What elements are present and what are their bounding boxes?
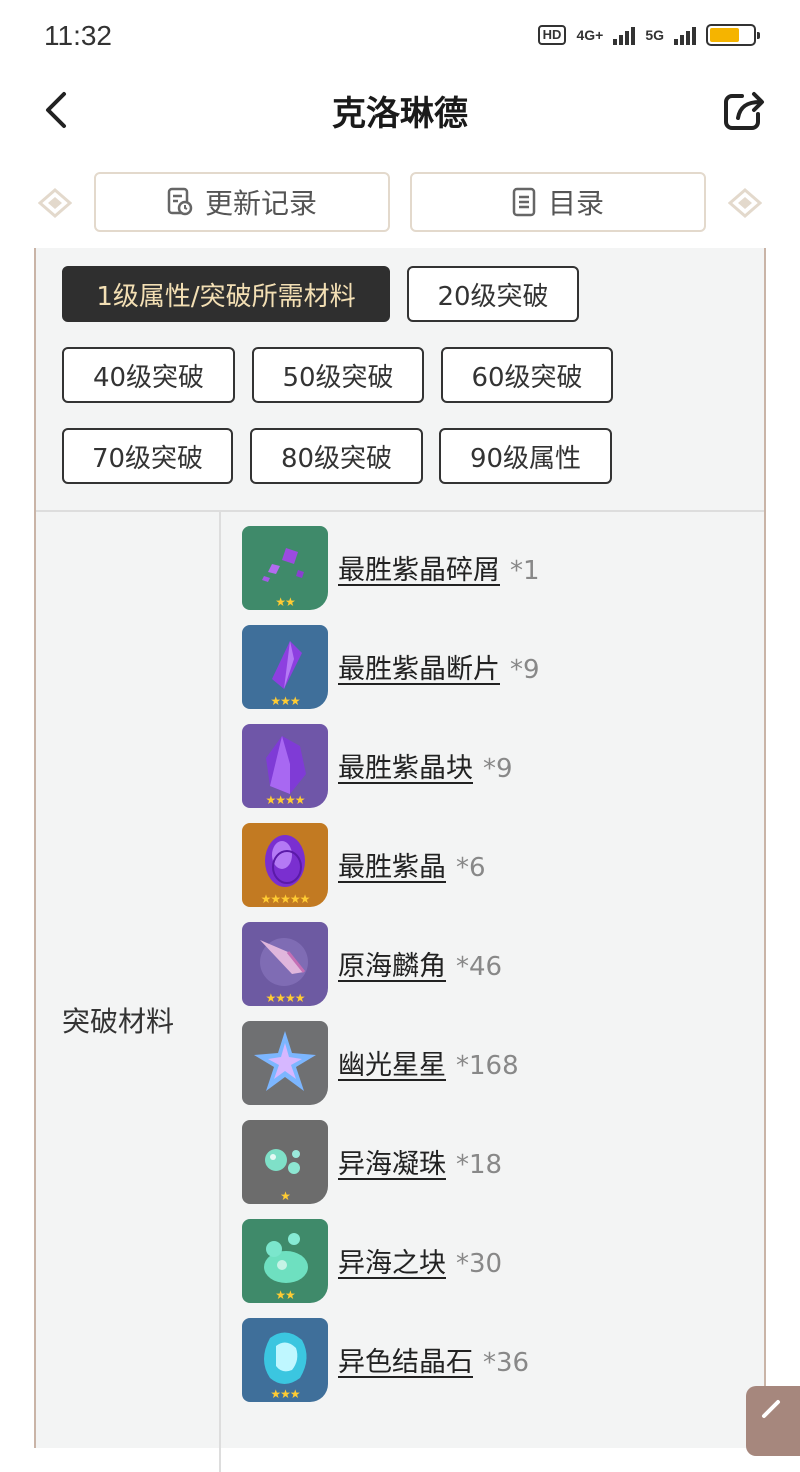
hd-icon: HD — [537, 25, 567, 45]
rarity-stars: ★★ — [275, 595, 296, 609]
app-header: 克洛琳德 — [0, 72, 800, 152]
material-name-link[interactable]: 原海麟角 *46 — [338, 944, 502, 983]
material-name-link[interactable]: 异海之块 *30 — [338, 1241, 502, 1280]
share-icon — [724, 92, 764, 130]
battery-fill — [710, 28, 739, 42]
update-log-button[interactable]: 更新记录 — [94, 172, 390, 232]
catalog-button[interactable]: 目录 — [410, 172, 706, 232]
network-5g-label: 5G — [645, 27, 664, 43]
material-name-link[interactable]: 异海凝珠 *18 — [338, 1142, 502, 1181]
material-name-link[interactable]: 最胜紫晶 *6 — [338, 845, 486, 884]
page-title: 克洛琳德 — [332, 94, 468, 134]
edit-button[interactable] — [746, 1386, 800, 1456]
material-item[interactable]: ★★ 异海之块 *30 — [242, 1219, 742, 1305]
divider — [219, 512, 221, 1472]
material-item[interactable]: 幽光星星 *168 — [242, 1021, 742, 1107]
material-name-link[interactable]: 幽光星星 *168 — [338, 1043, 519, 1082]
material-item[interactable]: ★★ 最胜紫晶碎屑 *1 — [242, 526, 742, 612]
ascension-panel: 1级属性/突破所需材料 20级突破 40级突破 50级突破 60级突破 70级突… — [34, 248, 766, 1472]
material-name: 最胜紫晶块 — [338, 753, 473, 784]
signal-icon-2 — [674, 25, 696, 45]
rarity-stars — [242, 1089, 328, 1105]
material-quantity: *9 — [510, 655, 540, 685]
rarity-stars: ★★★ — [270, 694, 300, 708]
material-item[interactable]: ★★★ 异色结晶石 *36 — [242, 1318, 742, 1404]
battery-icon — [706, 24, 760, 46]
level-tab-90[interactable]: 90级属性 — [439, 428, 612, 484]
transoceanic-pearl-icon[interactable]: ★ — [242, 1120, 328, 1204]
material-quantity: *46 — [456, 952, 503, 982]
material-quantity: *18 — [456, 1150, 503, 1180]
level-tab-20[interactable]: 20级突破 — [407, 266, 579, 322]
level-tab-80[interactable]: 80级突破 — [250, 428, 423, 484]
toolbar: 更新记录 目录 — [0, 172, 800, 234]
transoceanic-chunk-icon[interactable]: ★★ — [242, 1219, 328, 1303]
fontemer-unihorn-icon[interactable]: ★★★★ — [242, 922, 328, 1006]
rarity-stars: ★ — [280, 1189, 291, 1203]
level-tab-60[interactable]: 60级突破 — [441, 347, 613, 403]
material-quantity: *9 — [483, 754, 513, 784]
material-item[interactable]: ★ 异海凝珠 *18 — [242, 1120, 742, 1206]
material-quantity: *36 — [483, 1348, 530, 1378]
divider — [36, 510, 764, 512]
rarity-stars: ★★★ — [270, 1387, 300, 1401]
rarity-stars: ★★ — [275, 1288, 296, 1302]
status-bar: 11:32 HD 4G+ 5G — [0, 0, 800, 72]
material-item[interactable]: ★★★★ 最胜紫晶块 *9 — [242, 724, 742, 810]
network-4g-label: 4G+ — [576, 27, 604, 43]
material-name-link[interactable]: 最胜紫晶断片 *9 — [338, 647, 540, 686]
material-name-link[interactable]: 最胜紫晶块 *9 — [338, 746, 513, 785]
material-item[interactable]: ★★★★★ 最胜紫晶 *6 — [242, 823, 742, 909]
update-log-label: 更新记录 — [204, 187, 317, 220]
material-name: 最胜紫晶碎屑 — [338, 555, 500, 586]
diamond-ornament-icon — [38, 188, 72, 218]
amethyst-gemstone-icon[interactable]: ★★★★★ — [242, 823, 328, 907]
material-name-link[interactable]: 异色结晶石 *36 — [338, 1340, 529, 1379]
catalog-label: 目录 — [547, 187, 604, 220]
level-tab-50[interactable]: 50级突破 — [252, 347, 424, 403]
rarity-stars: ★★★★ — [265, 991, 305, 1005]
section-label: 突破材料 — [62, 1005, 175, 1038]
amethyst-sliver-icon[interactable]: ★★ — [242, 526, 328, 610]
history-doc-icon — [167, 187, 193, 216]
material-name: 异色结晶石 — [338, 1347, 473, 1378]
xenochromatic-crystal-icon[interactable]: ★★★ — [242, 1318, 328, 1402]
material-name: 异海凝珠 — [338, 1149, 446, 1180]
status-time: 11:32 — [44, 20, 112, 51]
material-name: 最胜紫晶 — [338, 852, 446, 883]
pencil-icon — [762, 1400, 780, 1418]
level-tab-40[interactable]: 40级突破 — [62, 347, 235, 403]
share-button[interactable] — [722, 88, 768, 132]
material-quantity: *6 — [456, 853, 486, 883]
level-tab-1[interactable]: 1级属性/突破所需材料 — [62, 266, 390, 322]
material-name: 幽光星星 — [338, 1050, 446, 1081]
material-quantity: *168 — [456, 1051, 519, 1081]
material-name: 最胜紫晶断片 — [338, 654, 500, 685]
signal-icon — [613, 25, 636, 45]
rarity-stars: ★★★★★ — [260, 892, 311, 906]
material-item[interactable]: ★★★★ 原海麟角 *46 — [242, 922, 742, 1008]
material-quantity: *30 — [456, 1249, 503, 1279]
rarity-stars: ★★★★ — [265, 793, 305, 807]
material-name-link[interactable]: 最胜紫晶碎屑 *1 — [338, 548, 540, 587]
diamond-ornament-icon — [728, 188, 762, 218]
material-name: 原海麟角 — [338, 951, 446, 982]
material-quantity: *1 — [510, 556, 540, 586]
level-tab-70[interactable]: 70级突破 — [62, 428, 233, 484]
starconch-star-icon[interactable] — [242, 1021, 328, 1105]
material-name: 异海之块 — [338, 1248, 446, 1279]
status-icons: HD 4G+ 5G — [537, 24, 760, 46]
amethyst-chunk-icon[interactable]: ★★★★ — [242, 724, 328, 808]
amethyst-fragment-icon[interactable]: ★★★ — [242, 625, 328, 709]
material-item[interactable]: ★★★ 最胜紫晶断片 *9 — [242, 625, 742, 711]
list-doc-icon — [512, 187, 536, 217]
